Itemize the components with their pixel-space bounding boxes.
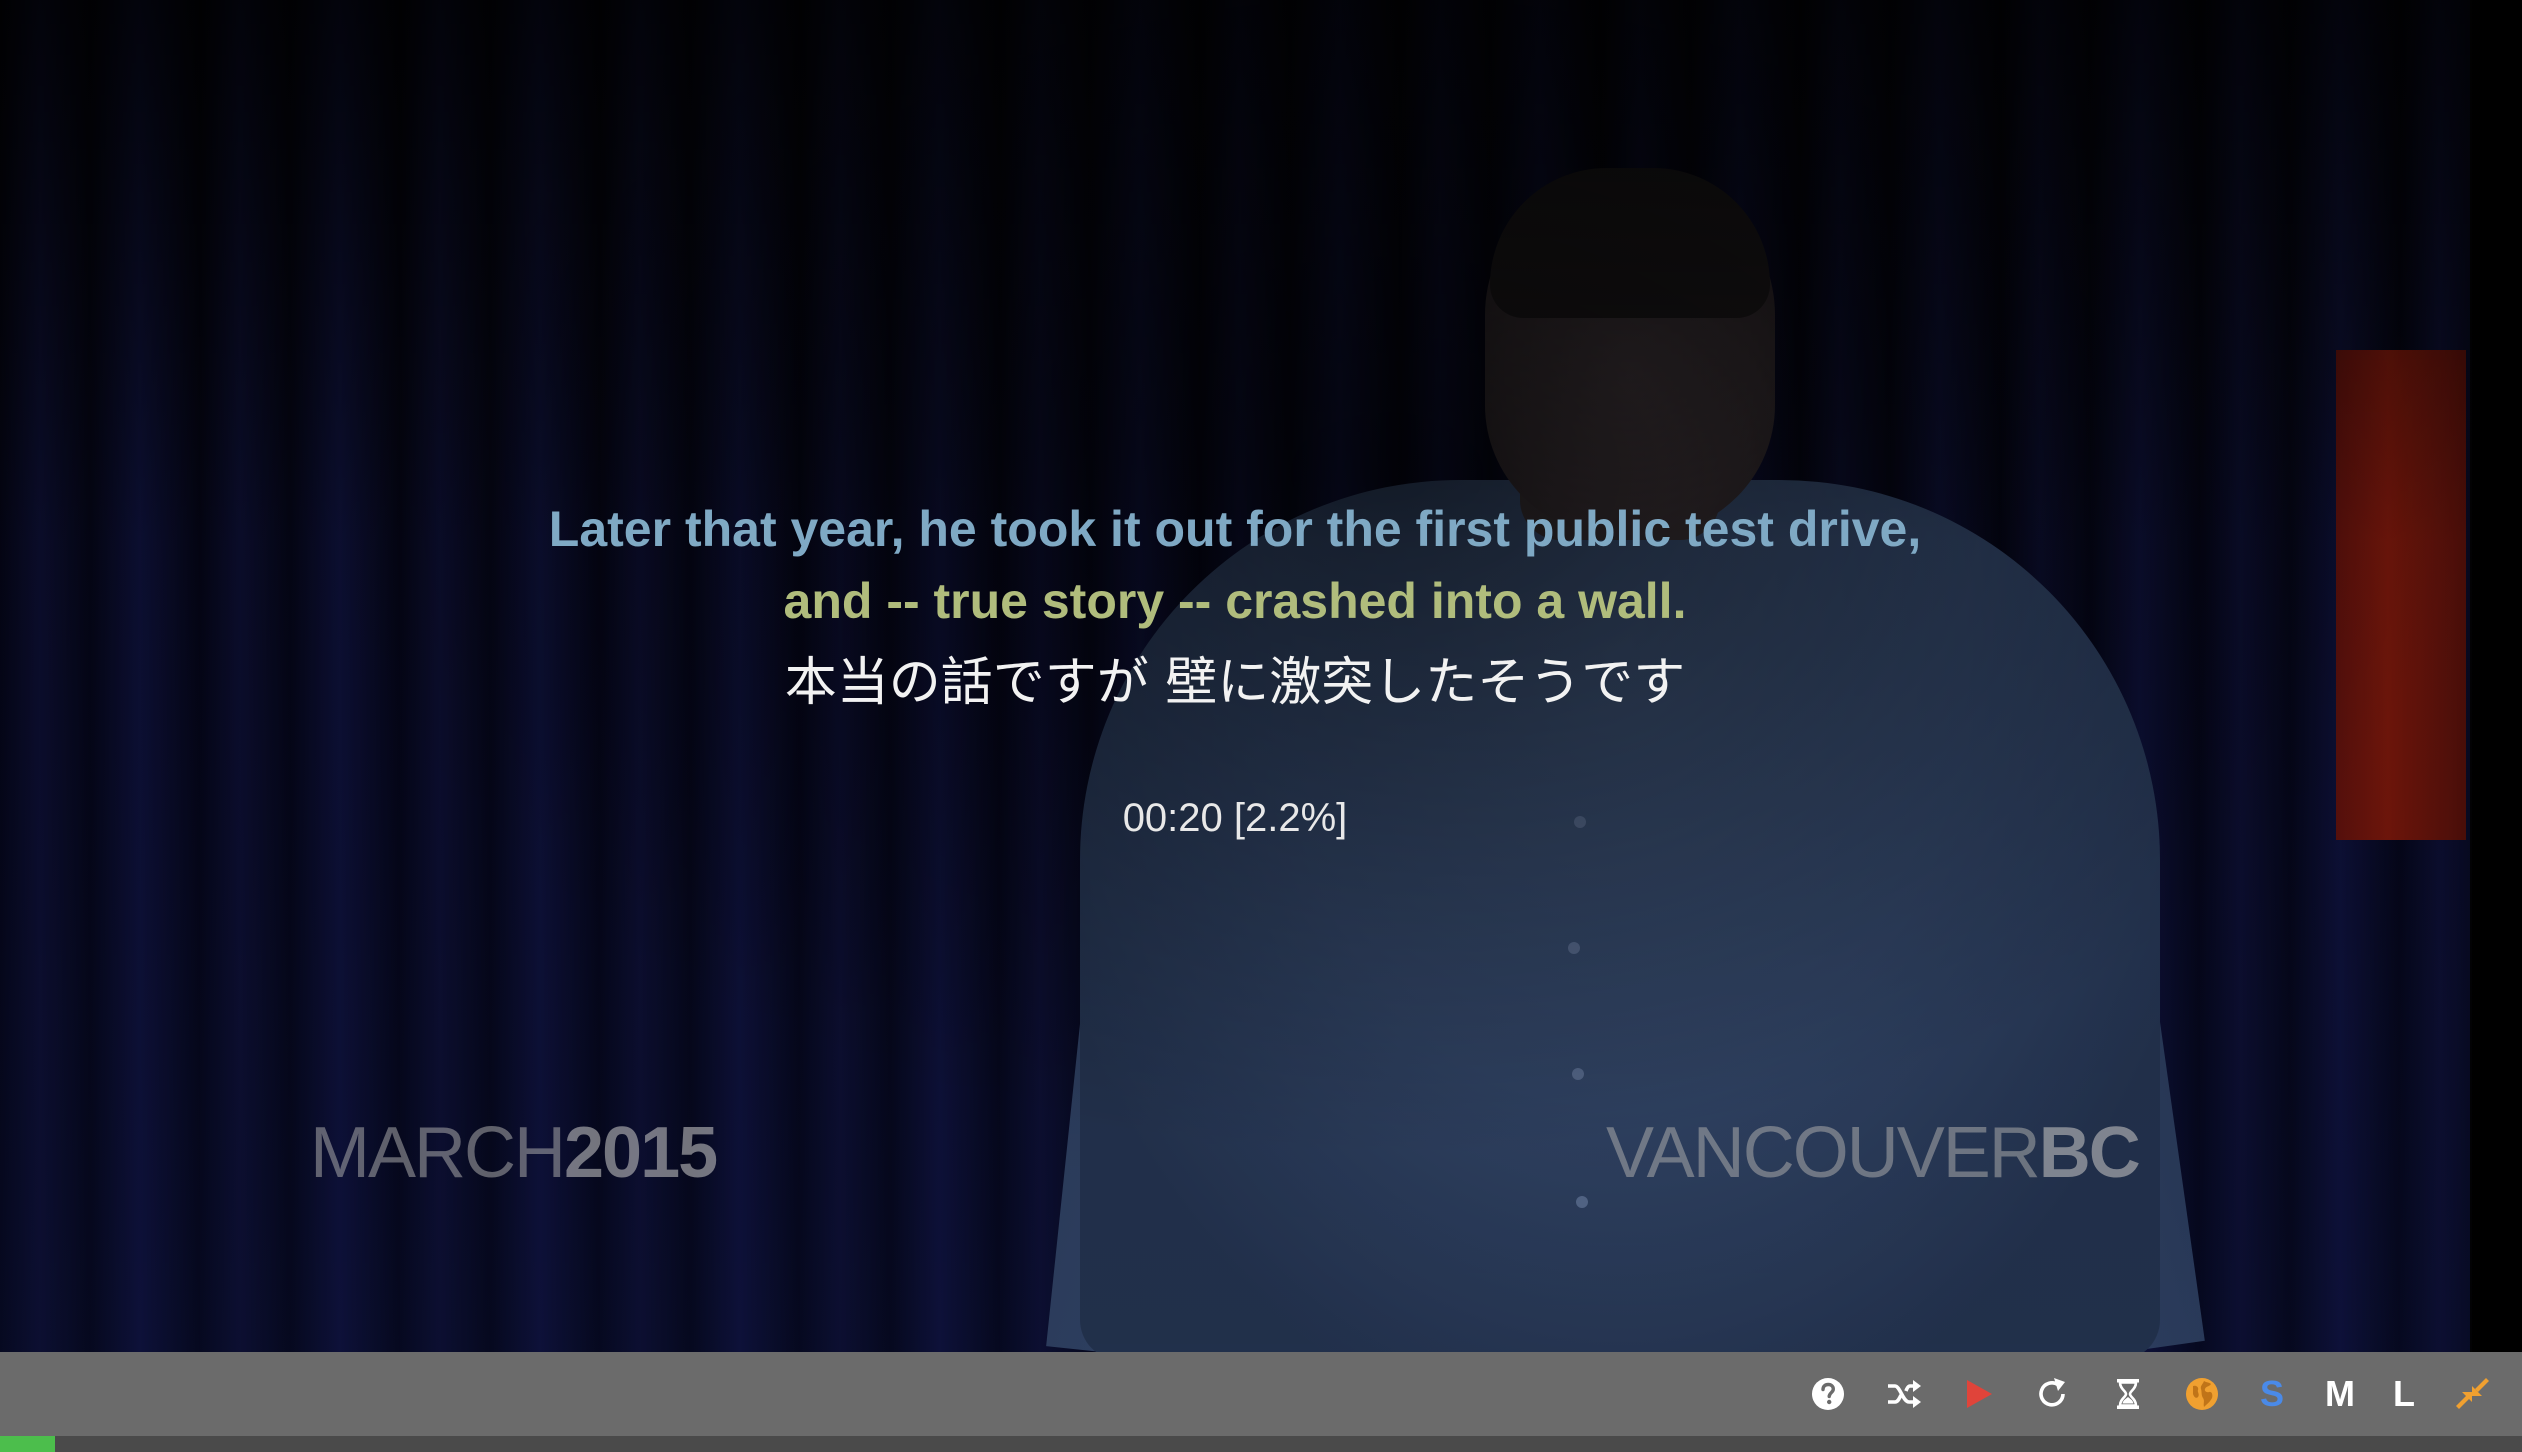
collapse-button[interactable] (2448, 1370, 2496, 1418)
hourglass-icon (2117, 1379, 2139, 1409)
compress-icon (2456, 1378, 2489, 1409)
event-location-watermark: VANCOUVERBC (1606, 1112, 2141, 1194)
watermark-month: MARCH (310, 1113, 566, 1193)
help-button[interactable] (1804, 1370, 1852, 1418)
play-icon (1967, 1380, 1992, 1408)
watermark-year: 2015 (564, 1113, 718, 1193)
globe-icon (2186, 1378, 2218, 1410)
watermark-city: VANCOUVER (1606, 1113, 2041, 1193)
size-large-button[interactable]: L (2380, 1370, 2428, 1418)
question-circle-icon (1812, 1378, 1844, 1410)
progress-bar-fill (0, 1436, 55, 1452)
language-button[interactable] (2178, 1370, 2226, 1418)
video-frame[interactable]: MARCH2015 VANCOUVERBC Later that year, h… (0, 0, 2522, 1352)
frame-edge (2472, 0, 2522, 1352)
size-small-button[interactable]: S (2248, 1370, 2296, 1418)
play-button[interactable] (1954, 1370, 2002, 1418)
repeat-button[interactable] (2028, 1370, 2076, 1418)
shuffle-icon (1888, 1380, 1921, 1408)
reload-icon (2039, 1378, 2065, 1407)
subtitle-english-line-2: and -- true story -- crashed into a wall… (783, 573, 1687, 629)
subtitle-japanese-line: 本当の話ですが 壁に激突したそうです (784, 653, 1686, 713)
watermark-region: BC (2038, 1113, 2141, 1193)
progress-bar[interactable] (0, 1436, 2522, 1452)
event-date-watermark: MARCH2015 (310, 1112, 718, 1194)
control-bar: S M L (0, 1352, 2522, 1436)
subtitle-english-line-1: Later that year, he took it out for the … (548, 501, 1922, 557)
shuffle-button[interactable] (1880, 1370, 1928, 1418)
size-medium-button[interactable]: M (2316, 1370, 2364, 1418)
playback-timecode: 00:20 [2.2%] (1122, 796, 1348, 840)
timer-button[interactable] (2104, 1370, 2152, 1418)
